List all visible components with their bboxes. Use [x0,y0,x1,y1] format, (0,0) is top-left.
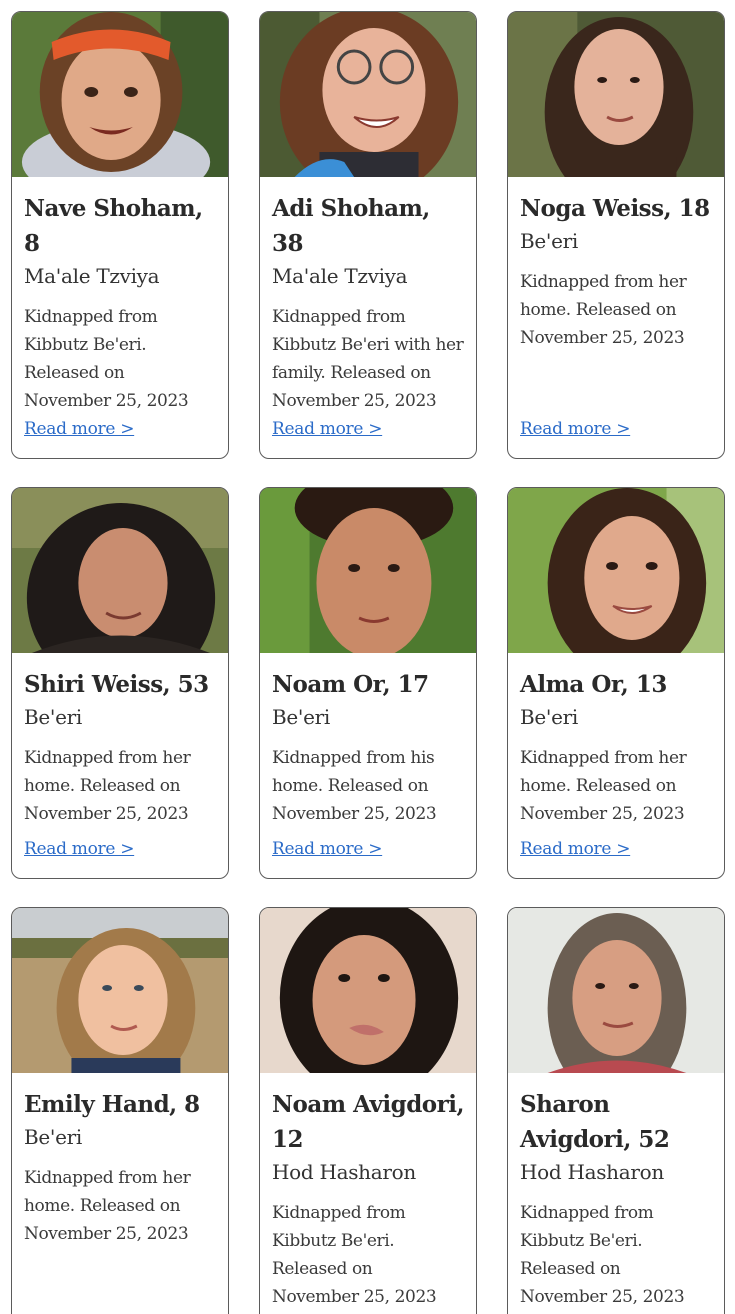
profile-card: Noga Weiss, 18 Be'eri Kidnapped from her… [507,11,725,459]
person-description: Kidnapped from Kibbutz Be'eri. Released … [520,1203,685,1307]
profile-photo [260,488,476,653]
profile-photo [12,488,228,653]
read-more-link[interactable]: Read more > [520,419,630,439]
person-name: Sharon Avigdori, 52 [520,1091,670,1153]
profile-photo [508,488,724,653]
person-description: Kidnapped from her home. Released on Nov… [520,748,687,824]
person-location: Be'eri [24,1125,83,1149]
person-name: Shiri Weiss, 53 [24,671,209,698]
person-description: Kidnapped from his home. Released on Nov… [272,748,437,824]
profile-card: Sharon Avigdori, 52 Hod Hasharon Kidnapp… [507,907,725,1314]
person-location: Ma'ale Tzviya [272,264,408,288]
profile-card: Adi Shoham, 38 Ma'ale Tzviya Kidnapped f… [259,11,477,459]
person-description: Kidnapped from Kibbutz Be'eri. Released … [24,307,189,411]
person-name: Noam Avigdori, 12 [272,1091,465,1153]
profile-photo [12,12,228,177]
person-name: Noam Or, 17 [272,671,429,698]
person-name: Noga Weiss, 18 [520,195,710,222]
read-more-link[interactable]: Read more > [272,419,382,439]
person-description: Kidnapped from Kibbutz Be'eri with her f… [272,307,464,411]
person-name: Adi Shoham, 38 [272,195,430,257]
profile-card: Shiri Weiss, 53 Be'eri Kidnapped from he… [11,487,229,879]
read-more-link[interactable]: Read more > [24,839,134,859]
person-description: Kidnapped from her home. Released on Nov… [24,748,191,824]
person-location: Be'eri [520,705,579,729]
profile-card-grid: Nave Shoham, 8 Ma'ale Tzviya Kidnapped f… [0,0,735,1314]
profile-card: Noam Or, 17 Be'eri Kidnapped from his ho… [259,487,477,879]
person-description: Kidnapped from her home. Released on Nov… [24,1168,191,1244]
person-location: Be'eri [520,229,579,253]
read-more-link[interactable]: Read more > [24,419,134,439]
profile-card: Nave Shoham, 8 Ma'ale Tzviya Kidnapped f… [11,11,229,459]
profile-photo [12,908,228,1073]
profile-card: Noam Avigdori, 12 Hod Hasharon Kidnapped… [259,907,477,1314]
profile-card: Emily Hand, 8 Be'eri Kidnapped from her … [11,907,229,1314]
person-name: Emily Hand, 8 [24,1091,200,1118]
person-location: Hod Hasharon [272,1160,416,1184]
person-location: Ma'ale Tzviya [24,264,160,288]
person-name: Nave Shoham, 8 [24,195,203,257]
person-description: Kidnapped from Kibbutz Be'eri. Released … [272,1203,437,1307]
read-more-link[interactable]: Read more > [520,839,630,859]
profile-card: Alma Or, 13 Be'eri Kidnapped from her ho… [507,487,725,879]
person-name: Alma Or, 13 [520,671,667,698]
person-description: Kidnapped from her home. Released on Nov… [520,272,687,348]
profile-photo [260,908,476,1073]
profile-photo [508,908,724,1073]
person-location: Hod Hasharon [520,1160,664,1184]
person-location: Be'eri [272,705,331,729]
profile-photo [508,12,724,177]
person-location: Be'eri [24,705,83,729]
profile-photo [260,12,476,177]
read-more-link[interactable]: Read more > [272,839,382,859]
